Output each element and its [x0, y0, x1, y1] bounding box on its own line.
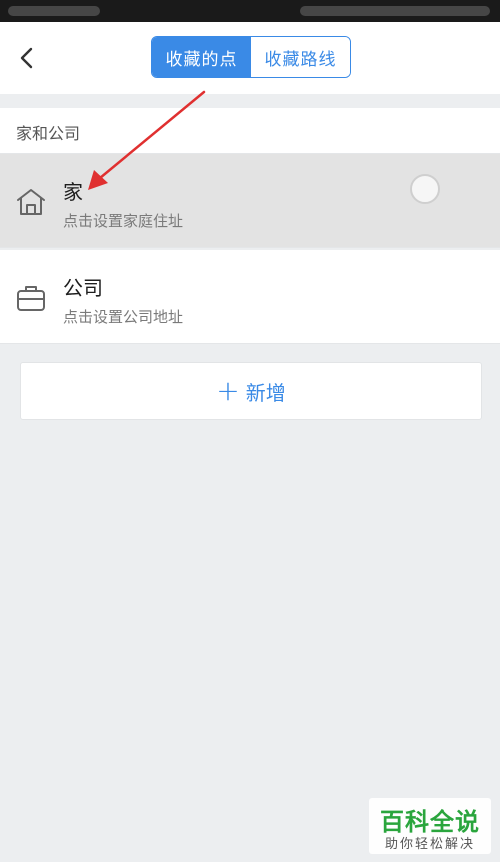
- place-name-home: 家: [63, 180, 83, 204]
- section-header: 家和公司: [0, 108, 500, 154]
- place-row-company[interactable]: 公司 点击设置公司地址: [0, 250, 500, 344]
- segmented-control: 收藏的点 收藏路线: [151, 36, 351, 78]
- tab-favorite-routes[interactable]: 收藏路线: [251, 37, 350, 77]
- header-bar: 收藏的点 收藏路线: [0, 22, 500, 94]
- status-blur-right: [300, 6, 490, 16]
- section-gap: [0, 94, 500, 108]
- chevron-left-icon: [20, 47, 33, 69]
- place-name-company: 公司: [63, 276, 103, 300]
- briefcase-icon: [17, 286, 45, 311]
- add-new-button[interactable]: + 新增: [20, 362, 482, 420]
- home-icon: [17, 189, 45, 215]
- status-blur-left: [8, 6, 100, 16]
- watermark-title: 百科全说: [380, 808, 480, 836]
- section-title: 家和公司: [16, 124, 81, 143]
- place-hint-company: 点击设置公司地址: [63, 308, 184, 326]
- add-new-label: 新增: [245, 380, 286, 405]
- plus-icon: +: [216, 374, 240, 407]
- back-button[interactable]: [10, 38, 44, 78]
- home-radio-button[interactable]: [410, 174, 440, 204]
- place-hint-home: 点击设置家庭住址: [63, 212, 184, 230]
- tab-favorite-points[interactable]: 收藏的点: [152, 37, 251, 77]
- status-bar: [0, 0, 500, 22]
- watermark-subtitle: 助你轻松解决: [384, 837, 475, 852]
- watermark: 百科全说 助你轻松解决: [369, 798, 491, 854]
